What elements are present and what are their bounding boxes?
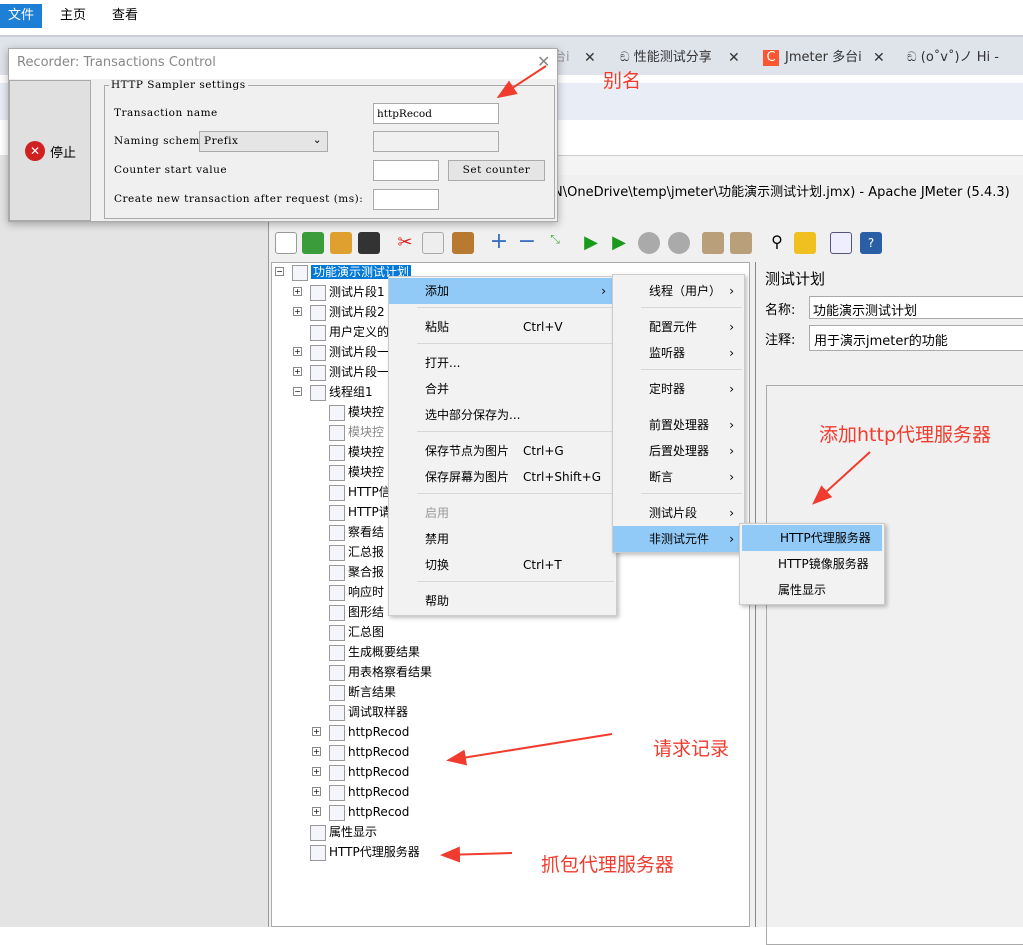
arrow-records [446, 733, 613, 766]
annotation-arrows [440, 65, 871, 863]
arrow-proxy [440, 846, 513, 863]
arrow-alias [496, 65, 547, 99]
arrow-add-proxy [812, 451, 871, 505]
